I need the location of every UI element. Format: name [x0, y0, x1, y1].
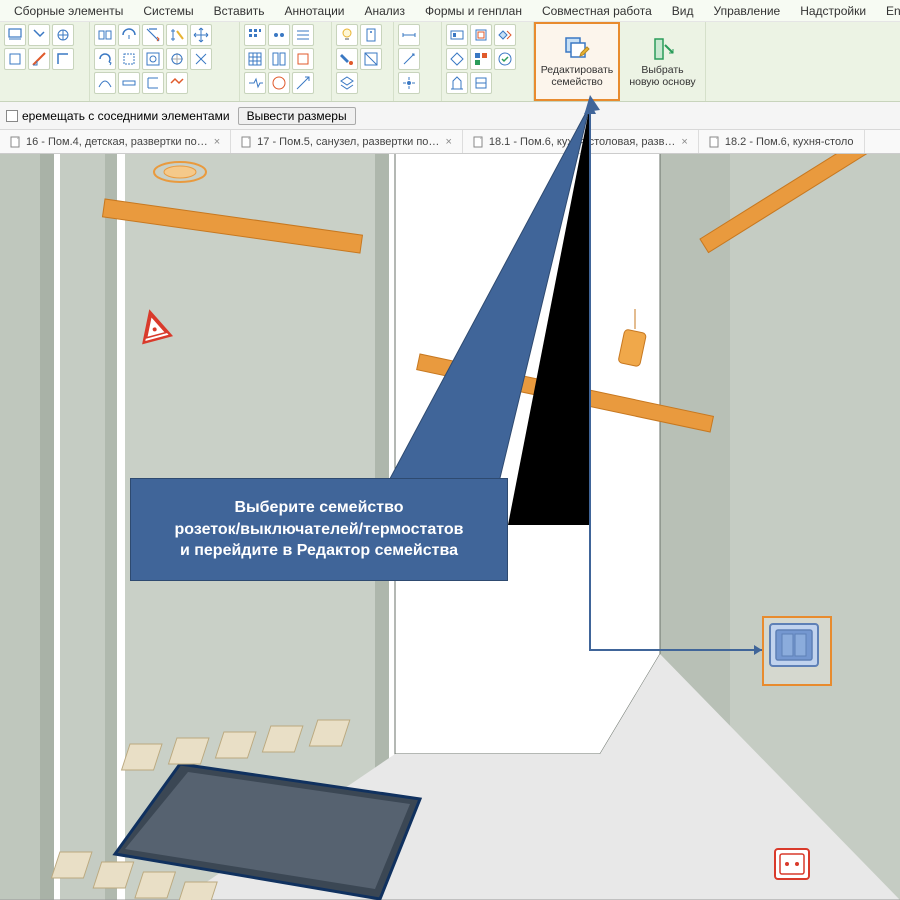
tool-icon[interactable] — [360, 48, 382, 70]
tab-label: 17 - Пом.5, санузел, развертки по… — [257, 136, 439, 148]
close-icon[interactable]: × — [445, 136, 451, 148]
tool-icon[interactable] — [94, 24, 116, 46]
view-tab[interactable]: 18.2 - Пом.6, кухня-столо — [699, 130, 865, 153]
rotate-icon[interactable] — [94, 48, 116, 70]
paint-icon[interactable] — [336, 48, 358, 70]
tool-icon[interactable] — [4, 24, 26, 46]
tool-icon[interactable] — [94, 72, 116, 94]
pick-host-label-2: новую основу — [629, 76, 695, 88]
ribbon: Редактироватьсемейство Выбратьновую осно… — [0, 22, 900, 102]
tool-icon[interactable] — [398, 72, 420, 94]
menu-item[interactable]: Ensc — [876, 4, 900, 18]
edit-family-button[interactable]: Редактироватьсемейство — [534, 22, 620, 101]
tab-label: 18.2 - Пом.6, кухня-столо — [725, 136, 854, 148]
tool-icon[interactable] — [268, 24, 290, 46]
tool-icon[interactable] — [142, 24, 164, 46]
move-with-adjacent-checkbox[interactable]: еремещать с соседними элементами — [6, 109, 230, 123]
menu-item[interactable]: Аннотации — [275, 4, 355, 18]
options-bar: еремещать с соседними элементами Вывести… — [0, 102, 900, 130]
tool-icon[interactable] — [52, 48, 74, 70]
tool-icon[interactable] — [360, 24, 382, 46]
tool-icon[interactable] — [292, 72, 314, 94]
tool-icon[interactable] — [470, 24, 492, 46]
view-tabs: 16 - Пом.4, детская, развертки по… × 17 … — [0, 130, 900, 154]
tool-icon[interactable] — [28, 48, 50, 70]
tool-icon[interactable] — [52, 24, 74, 46]
tool-icon[interactable] — [268, 72, 290, 94]
tool-icon[interactable] — [142, 48, 164, 70]
menu-item[interactable]: Сборные элементы — [4, 4, 133, 18]
tool-icon[interactable] — [4, 48, 26, 70]
menu-item[interactable]: Анализ — [355, 4, 416, 18]
show-dimensions-button[interactable]: Вывести размеры — [238, 107, 356, 125]
view-tab[interactable]: 18.1 - Пом.6, кухня-столовая, разв… × — [463, 130, 699, 153]
tool-icon[interactable] — [28, 24, 50, 46]
move-icon[interactable] — [190, 24, 212, 46]
callout-line: розеток/выключателей/термостатов — [175, 521, 464, 538]
view-tab[interactable]: 16 - Пом.4, детская, развертки по… × — [0, 130, 231, 153]
tool-icon[interactable] — [292, 48, 314, 70]
tool-icon[interactable] — [166, 72, 188, 94]
close-icon[interactable]: × — [214, 136, 220, 148]
menu-item[interactable]: Формы и генплан — [415, 4, 532, 18]
selection-highlight — [762, 616, 832, 686]
array-icon[interactable] — [244, 24, 266, 46]
pick-host-icon — [649, 35, 677, 63]
dim-icon[interactable] — [398, 24, 420, 46]
menu-item[interactable]: Надстройки — [790, 4, 876, 18]
tool-icon[interactable] — [166, 48, 188, 70]
document-icon — [473, 136, 485, 148]
view-tab[interactable]: 17 - Пом.5, санузел, развертки по… × — [231, 130, 463, 153]
edit-family-label-2: семейство — [551, 76, 602, 88]
tool-icon[interactable] — [470, 72, 492, 94]
tool-icon[interactable] — [446, 24, 468, 46]
tool-icon[interactable] — [446, 48, 468, 70]
tool-icon[interactable] — [268, 48, 290, 70]
tool-icon[interactable] — [190, 48, 212, 70]
tool-icon[interactable] — [244, 72, 266, 94]
checkbox-label: еремещать с соседними элементами — [22, 109, 230, 123]
edit-family-icon — [563, 35, 591, 63]
document-icon — [10, 136, 22, 148]
tool-icon[interactable] — [398, 48, 420, 70]
menu-item[interactable]: Системы — [133, 4, 203, 18]
document-icon — [709, 136, 721, 148]
tool-icon[interactable] — [166, 24, 188, 46]
tool-icon[interactable] — [470, 48, 492, 70]
menu-item[interactable]: Вид — [662, 4, 704, 18]
menu-item[interactable]: Совместная работа — [532, 4, 662, 18]
pick-host-label-1: Выбрать — [641, 64, 683, 76]
pick-new-host-button[interactable]: Выбратьновую основу — [620, 22, 706, 101]
tool-icon[interactable] — [494, 24, 516, 46]
menu-bar: Сборные элементы Системы Вставить Аннота… — [0, 0, 900, 22]
document-icon — [241, 136, 253, 148]
bulb-icon[interactable] — [336, 24, 358, 46]
tool-icon[interactable] — [446, 72, 468, 94]
grid-icon[interactable] — [244, 48, 266, 70]
tool-icon[interactable] — [118, 24, 140, 46]
tool-icon[interactable] — [118, 48, 140, 70]
tool-icon[interactable] — [118, 72, 140, 94]
close-icon[interactable]: × — [681, 136, 687, 148]
menu-item[interactable]: Вставить — [204, 4, 275, 18]
menu-item[interactable]: Управление — [703, 4, 790, 18]
tool-icon[interactable] — [494, 48, 516, 70]
checkbox-icon — [6, 110, 18, 122]
instruction-callout: Выберите семейство розеток/выключателей/… — [130, 478, 508, 581]
tool-icon[interactable] — [292, 24, 314, 46]
callout-line: Выберите семейство — [234, 499, 403, 516]
tool-icon[interactable] — [336, 72, 358, 94]
tool-icon[interactable] — [142, 72, 164, 94]
tab-label: 16 - Пом.4, детская, развертки по… — [26, 136, 208, 148]
tab-label: 18.1 - Пом.6, кухня-столовая, разв… — [489, 136, 676, 148]
edit-family-label-1: Редактировать — [541, 64, 614, 76]
callout-line: и перейдите в Редактор семейства — [180, 542, 458, 559]
